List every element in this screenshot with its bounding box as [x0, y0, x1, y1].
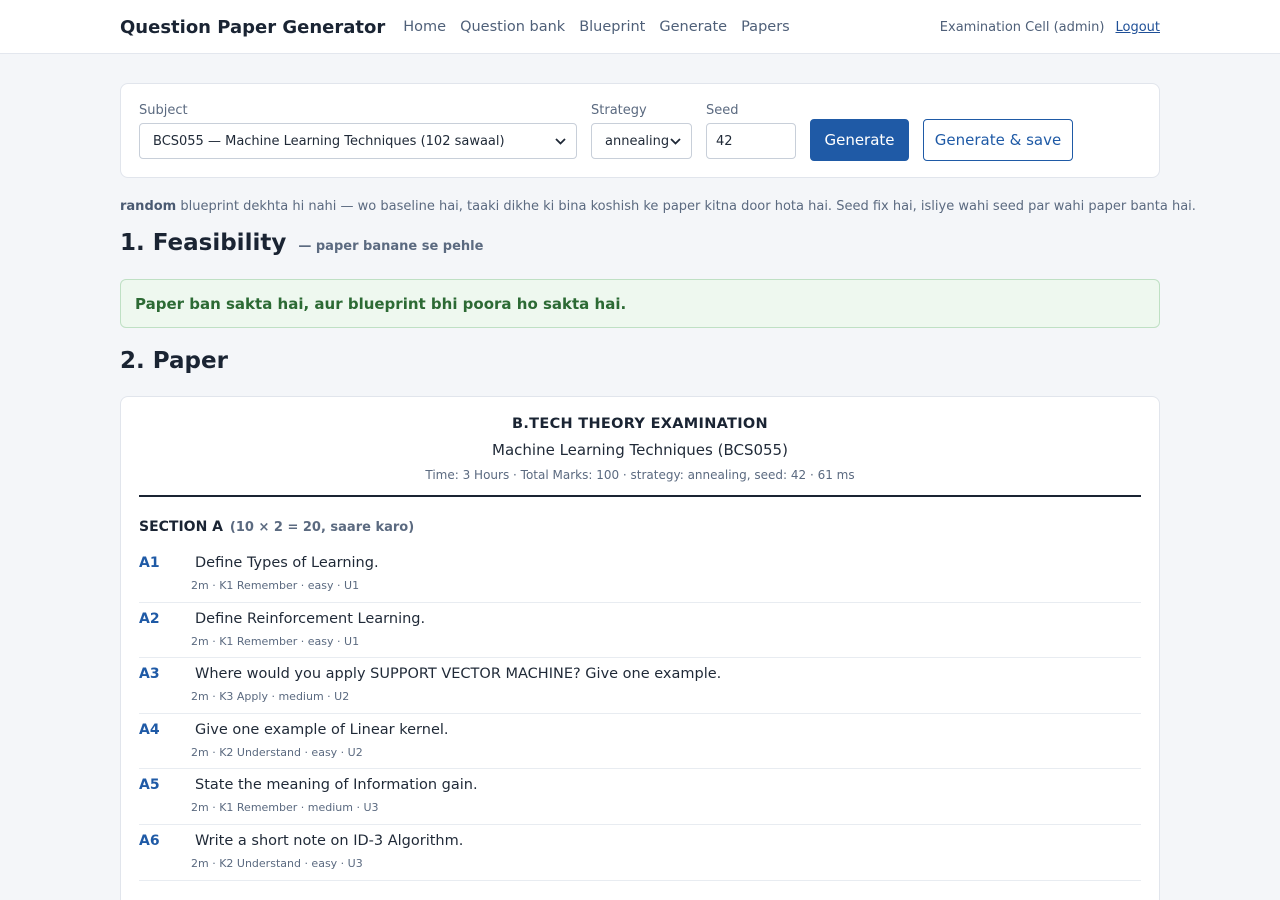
- strategy-note-text: blueprint dekhta hi nahi — wo baseline h…: [176, 199, 1196, 214]
- question-text: Write a short note on ID-3 Algorithm.: [195, 832, 464, 849]
- question-number: A5: [139, 777, 160, 794]
- nav-papers[interactable]: Papers: [741, 19, 790, 35]
- nav-home[interactable]: Home: [403, 19, 446, 35]
- strategy-note: random blueprint dekhta hi nahi — wo bas…: [120, 199, 1196, 214]
- top-navbar: Question Paper Generator Home Question b…: [0, 0, 1280, 54]
- question-row: A5 State the meaning of Information gain…: [139, 769, 1141, 825]
- question-number: A6: [139, 832, 160, 849]
- question-meta: 2m · K2 Understand · easy · U3: [191, 856, 363, 870]
- strategy-select-value: annealing: [605, 133, 669, 149]
- question-meta: 2m · K2 Understand · easy · U2: [191, 745, 363, 759]
- subject-select[interactable]: BCS055 — Machine Learning Techniques (10…: [139, 123, 577, 159]
- question-number: A1: [139, 555, 160, 571]
- seed-label: Seed: [706, 103, 739, 118]
- current-user: Examination Cell (admin): [939, 19, 1105, 35]
- exam-title: B.TECH THEORY EXAMINATION: [512, 416, 768, 432]
- subject-select-value: BCS055 — Machine Learning Techniques (10…: [153, 133, 505, 149]
- question-meta: 2m · K3 Apply · medium · U2: [191, 690, 350, 704]
- nav-generate[interactable]: Generate: [659, 19, 727, 35]
- section-title-text: SECTION A: [139, 519, 224, 535]
- question-number: A3: [139, 666, 160, 683]
- feasibility-title: 1. Feasibility: [120, 230, 287, 256]
- strategy-select[interactable]: annealing: [591, 123, 692, 159]
- paper-meta: Time: 3 Hours · Total Marks: 100 · strat…: [425, 468, 855, 482]
- question-text: State the meaning of Information gain.: [195, 777, 478, 794]
- subject-field: Subject BCS055 — Machine Learning Techni…: [139, 103, 577, 159]
- question-list: A1 Define Types of Learning. 2m · K1 Rem…: [139, 547, 1141, 881]
- paper-preview: B.TECH THEORY EXAMINATION Machine Learni…: [120, 396, 1160, 900]
- paper-subject: Machine Learning Techniques (BCS055): [492, 441, 788, 459]
- chevron-down-icon: [554, 135, 566, 147]
- nav-blueprint[interactable]: Blueprint: [579, 19, 645, 35]
- question-row: A2 Define Reinforcement Learning. 2m · K…: [139, 603, 1141, 659]
- paper-heading: 2. Paper: [120, 348, 228, 374]
- question-row: A6 Write a short note on ID-3 Algorithm.…: [139, 825, 1141, 881]
- question-meta: 2m · K1 Remember · medium · U3: [191, 801, 379, 815]
- generate-controls: Subject BCS055 — Machine Learning Techni…: [120, 83, 1160, 178]
- question-text: Where would you apply SUPPORT VECTOR MAC…: [195, 666, 722, 683]
- paper-header: B.TECH THEORY EXAMINATION Machine Learni…: [139, 416, 1141, 497]
- question-row: A4 Give one example of Linear kernel. 2m…: [139, 714, 1141, 770]
- strategy-field: Strategy annealing: [591, 103, 692, 159]
- chevron-down-icon: [669, 135, 681, 147]
- section-title-note: (10 × 2 = 20, saare karo): [229, 520, 415, 535]
- logout-link[interactable]: Logout: [1115, 20, 1160, 35]
- nav-question-bank[interactable]: Question bank: [460, 19, 565, 35]
- question-text: Give one example of Linear kernel.: [195, 721, 449, 738]
- question-number: A4: [139, 721, 160, 738]
- feasibility-status: Paper ban sakta hai, aur blueprint bhi p…: [120, 279, 1160, 328]
- question-meta: 2m · K1 Remember · easy · U1: [191, 634, 360, 648]
- question-text: Define Reinforcement Learning.: [195, 610, 426, 627]
- question-number: A2: [139, 610, 160, 627]
- feasibility-subtitle: — paper banane se pehle: [298, 239, 484, 254]
- generate-save-button[interactable]: Generate & save: [923, 119, 1073, 161]
- feasibility-heading: 1. Feasibility — paper banane se pehle: [120, 230, 1160, 256]
- generate-button[interactable]: Generate: [810, 119, 909, 161]
- question-row: A3 Where would you apply SUPPORT VECTOR …: [139, 658, 1141, 714]
- question-text: Define Types of Learning.: [195, 555, 379, 571]
- section-a-title: SECTION A (10 × 2 = 20, saare karo): [139, 519, 1141, 535]
- strategy-label: Strategy: [591, 103, 647, 118]
- strategy-note-bold: random: [120, 199, 177, 214]
- seed-field: Seed 42: [706, 103, 796, 159]
- main-nav: Home Question bank Blueprint Generate Pa…: [403, 19, 789, 35]
- question-row: A1 Define Types of Learning. 2m · K1 Rem…: [139, 547, 1141, 603]
- app-brand[interactable]: Question Paper Generator: [120, 17, 385, 38]
- question-meta: 2m · K1 Remember · easy · U1: [191, 579, 360, 592]
- seed-input[interactable]: 42: [706, 123, 796, 159]
- subject-label: Subject: [139, 103, 188, 118]
